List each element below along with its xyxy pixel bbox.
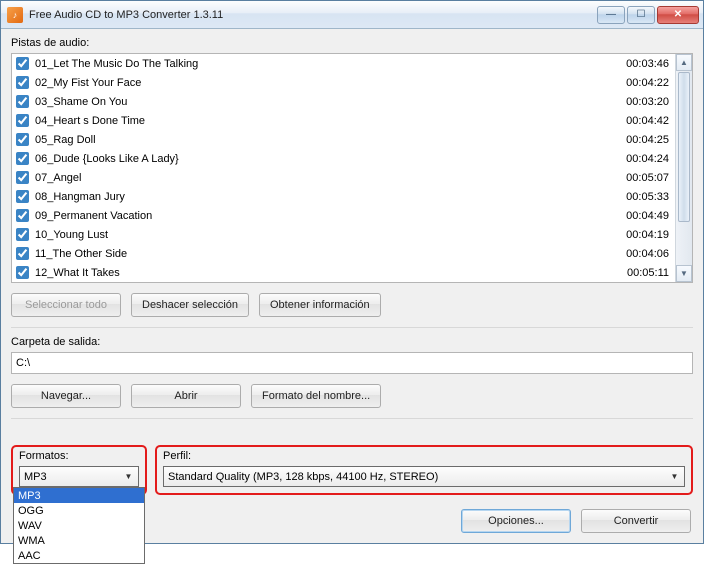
convert-button[interactable]: Convertir [581,509,691,533]
undo-selection-button[interactable]: Deshacer selección [131,293,249,317]
track-name: 09_Permanent Vacation [35,210,611,222]
track-row[interactable]: 01_Let The Music Do The Talking00:03:46 [12,54,675,73]
browse-button[interactable]: Navegar... [11,384,121,408]
chevron-down-icon: ▼ [121,469,136,484]
minimize-button[interactable]: — [597,6,625,24]
profile-combo[interactable]: Standard Quality (MP3, 128 kbps, 44100 H… [163,466,685,487]
track-row[interactable]: 11_The Other Side00:04:06 [12,244,675,263]
options-button[interactable]: Opciones... [461,509,571,533]
formats-dropdown[interactable]: MP3OGGWAVWMAAAC [13,487,145,564]
window-title: Free Audio CD to MP3 Converter 1.3.11 [29,9,223,21]
track-name: 01_Let The Music Do The Talking [35,58,611,70]
format-option[interactable]: MP3 [14,488,144,503]
track-name: 02_My Fist Your Face [35,77,611,89]
track-row[interactable]: 07_Angel00:05:07 [12,168,675,187]
track-checkbox[interactable] [16,57,29,70]
separator-2 [11,418,693,419]
profile-highlight-box: Perfil: Standard Quality (MP3, 128 kbps,… [155,445,693,495]
separator [11,327,693,328]
name-format-button[interactable]: Formato del nombre... [251,384,381,408]
app-icon: ♪ [7,7,23,23]
formats-combo[interactable]: MP3 ▼ [19,466,139,487]
track-checkbox[interactable] [16,209,29,222]
chevron-down-icon: ▼ [667,469,682,484]
titlebar: ♪ Free Audio CD to MP3 Converter 1.3.11 … [1,1,703,29]
format-option[interactable]: AAC [14,548,144,563]
track-list[interactable]: 01_Let The Music Do The Talking00:03:460… [11,53,693,283]
track-name: 12_What It Takes [35,267,611,279]
track-row[interactable]: 02_My Fist Your Face00:04:22 [12,73,675,92]
track-duration: 00:04:24 [611,153,671,165]
track-duration: 00:05:11 [611,267,671,279]
track-duration: 00:04:49 [611,210,671,222]
track-row[interactable]: 05_Rag Doll00:04:25 [12,130,675,149]
track-duration: 00:04:42 [611,115,671,127]
track-duration: 00:04:25 [611,134,671,146]
track-row[interactable]: 06_Dude {Looks Like A Lady}00:04:24 [12,149,675,168]
format-option[interactable]: OGG [14,503,144,518]
track-duration: 00:04:19 [611,229,671,241]
profile-combo-value: Standard Quality (MP3, 128 kbps, 44100 H… [168,471,438,483]
track-duration: 00:05:07 [611,172,671,184]
track-checkbox[interactable] [16,133,29,146]
formats-highlight-box: Formatos: MP3 ▼ MP3OGGWAVWMAAAC [11,445,147,495]
scroll-thumb[interactable] [678,72,690,222]
track-row[interactable]: 10_Young Lust00:04:19 [12,225,675,244]
output-folder-label: Carpeta de salida: [11,336,693,348]
track-checkbox[interactable] [16,114,29,127]
format-option[interactable]: WMA [14,533,144,548]
track-name: 07_Angel [35,172,611,184]
track-checkbox[interactable] [16,266,29,279]
scrollbar[interactable]: ▲ ▼ [675,54,692,282]
track-row[interactable]: 08_Hangman Jury00:05:33 [12,187,675,206]
scroll-down-button[interactable]: ▼ [676,265,692,282]
track-name: 06_Dude {Looks Like A Lady} [35,153,611,165]
track-duration: 00:03:46 [611,58,671,70]
track-duration: 00:05:33 [611,191,671,203]
track-checkbox[interactable] [16,171,29,184]
track-checkbox[interactable] [16,152,29,165]
track-duration: 00:04:06 [611,248,671,260]
track-row[interactable]: 12_What It Takes00:05:11 [12,263,675,282]
track-row[interactable]: 03_Shame On You00:03:20 [12,92,675,111]
close-button[interactable]: ✕ [657,6,699,24]
track-checkbox[interactable] [16,76,29,89]
tracks-label: Pistas de audio: [11,37,693,49]
track-checkbox[interactable] [16,95,29,108]
track-name: 05_Rag Doll [35,134,611,146]
track-name: 10_Young Lust [35,229,611,241]
open-button[interactable]: Abrir [131,384,241,408]
output-folder-input[interactable]: C:\ [11,352,693,374]
profile-label: Perfil: [163,450,685,462]
track-row[interactable]: 04_Heart s Done Time00:04:42 [12,111,675,130]
get-info-button[interactable]: Obtener información [259,293,381,317]
formats-label: Formatos: [19,450,139,462]
track-name: 04_Heart s Done Time [35,115,611,127]
track-name: 11_The Other Side [35,248,611,260]
output-folder-value: C:\ [16,357,30,369]
maximize-button[interactable]: ☐ [627,6,655,24]
track-name: 08_Hangman Jury [35,191,611,203]
track-duration: 00:04:22 [611,77,671,89]
scroll-up-button[interactable]: ▲ [676,54,692,71]
formats-combo-value: MP3 [24,471,47,483]
track-name: 03_Shame On You [35,96,611,108]
format-option[interactable]: WAV [14,518,144,533]
track-checkbox[interactable] [16,247,29,260]
track-checkbox[interactable] [16,190,29,203]
track-duration: 00:03:20 [611,96,671,108]
track-checkbox[interactable] [16,228,29,241]
select-all-button[interactable]: Seleccionar todo [11,293,121,317]
track-row[interactable]: 09_Permanent Vacation00:04:49 [12,206,675,225]
